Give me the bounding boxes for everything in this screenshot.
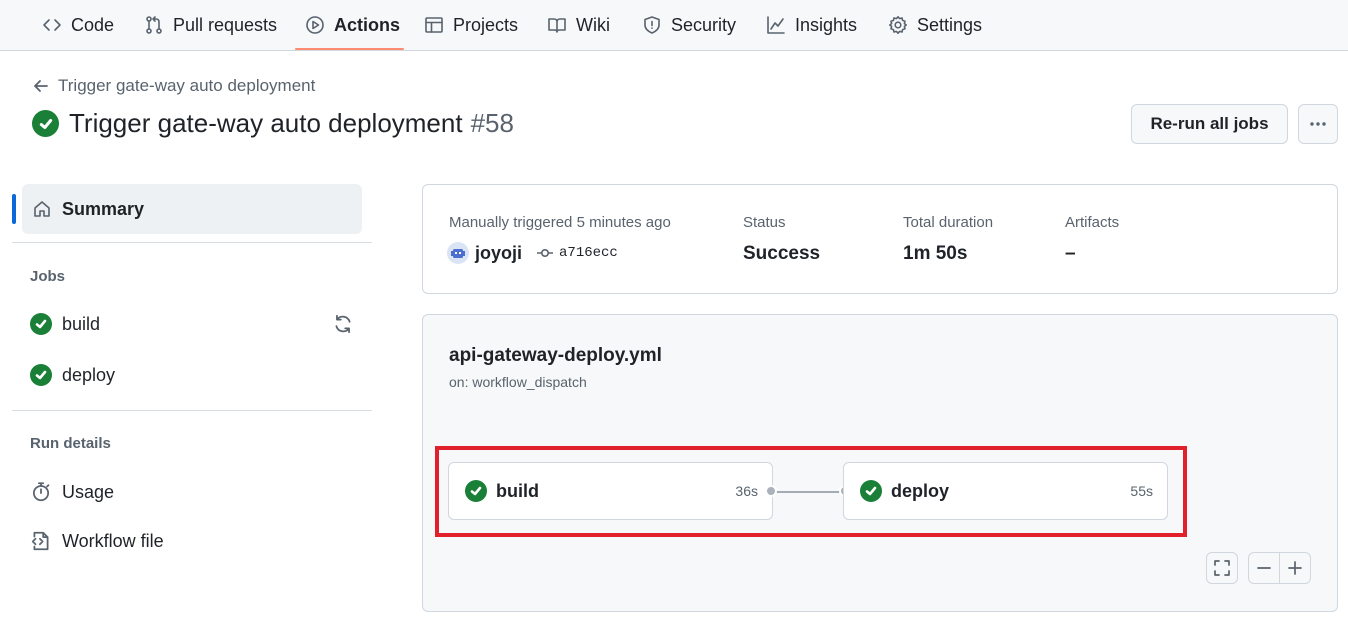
trigger-info: Manually triggered 5 minutes ago	[449, 214, 671, 231]
job-name: build	[496, 480, 539, 501]
git-commit-icon	[537, 248, 554, 258]
page-title: Trigger gate-way auto deployment #58	[32, 108, 514, 139]
tab-label: Code	[71, 14, 115, 35]
tab-label: Insights	[795, 14, 858, 35]
status-value: Success	[743, 243, 821, 264]
divider	[12, 410, 372, 411]
sync-icon[interactable]	[332, 313, 354, 335]
sidebar-item-label: build	[62, 313, 101, 334]
check-circle-icon	[465, 480, 487, 502]
job-name: deploy	[891, 480, 950, 501]
commit-sha: a716ecc	[559, 245, 618, 261]
actor-row: joyoji a716ecc	[447, 242, 618, 264]
graph-icon	[767, 16, 785, 34]
arrow-left-icon	[34, 80, 48, 92]
jobs-heading: Jobs	[30, 268, 66, 285]
sidebar-item-label: Usage	[62, 481, 115, 502]
check-circle-icon	[860, 480, 882, 502]
commit-link[interactable]: a716ecc	[536, 245, 618, 261]
rerun-all-jobs-button[interactable]: Re-run all jobs	[1131, 104, 1288, 144]
artifacts-value: –	[1065, 243, 1076, 264]
file-code-icon	[31, 531, 49, 551]
status-label: Status	[743, 214, 786, 231]
more-options-button[interactable]	[1298, 104, 1338, 144]
check-circle-icon	[30, 313, 52, 335]
screen-full-icon	[1214, 560, 1230, 576]
connector-dot	[765, 485, 777, 497]
zoom-in-button[interactable]	[1279, 552, 1311, 584]
sidebar-item-workflow-file[interactable]: Workflow file	[30, 521, 360, 561]
code-icon	[43, 19, 61, 31]
tab-projects[interactable]: Projects	[424, 0, 518, 50]
artifacts-label: Artifacts	[1065, 214, 1120, 231]
job-card-build[interactable]: build 36s	[448, 462, 773, 520]
shield-icon	[644, 16, 660, 34]
job-duration: 36s	[735, 483, 758, 499]
tab-settings[interactable]: Settings	[888, 0, 982, 50]
sidebar-item-label: deploy	[62, 364, 116, 385]
workflow-file-name[interactable]: api-gateway-deploy.yml	[449, 345, 662, 367]
plus-icon	[1288, 561, 1302, 575]
tab-code[interactable]: Code	[42, 0, 114, 50]
tab-label: Projects	[453, 14, 519, 35]
workflow-graph-panel: api-gateway-deploy.yml on: workflow_disp…	[422, 314, 1338, 612]
actor-link[interactable]: joyoji	[475, 243, 522, 264]
sidebar-job-deploy[interactable]: deploy	[30, 355, 360, 395]
gear-icon	[889, 16, 907, 34]
tab-actions[interactable]: Actions	[305, 0, 400, 50]
avatar[interactable]	[447, 242, 469, 264]
kebab-horizontal-icon	[1310, 122, 1326, 126]
home-icon	[34, 201, 50, 217]
job-connector	[773, 491, 845, 493]
minus-icon	[1257, 567, 1271, 569]
book-icon	[548, 18, 566, 33]
job-card-deploy[interactable]: deploy 55s	[843, 462, 1168, 520]
pull-request-icon	[146, 16, 162, 34]
back-link[interactable]: Trigger gate-way auto deployment	[32, 76, 315, 96]
back-link-label: Trigger gate-way auto deployment	[58, 76, 316, 95]
tab-label: Actions	[334, 14, 401, 35]
active-tab-indicator	[295, 48, 404, 50]
run-details-heading: Run details	[30, 435, 111, 452]
tab-security[interactable]: Security	[642, 0, 736, 50]
sidebar-item-label: Workflow file	[62, 530, 164, 551]
sidebar-item-summary[interactable]: Summary	[22, 184, 362, 234]
duration-label: Total duration	[903, 214, 994, 231]
repo-nav: Code Pull requests Actions Projects Wiki…	[0, 0, 1348, 51]
table-icon	[425, 17, 443, 33]
sidebar-item-usage[interactable]: Usage	[30, 472, 360, 512]
check-circle-icon	[32, 110, 59, 137]
selected-indicator	[12, 194, 16, 224]
run-number: #58	[470, 108, 514, 138]
tab-label: Pull requests	[173, 14, 278, 35]
duration-value: 1m 50s	[903, 243, 968, 264]
fullscreen-button[interactable]	[1206, 552, 1238, 584]
sidebar-item-label: Summary	[62, 198, 145, 219]
sidebar-job-build[interactable]: build	[30, 304, 360, 344]
check-circle-icon	[30, 364, 52, 386]
job-duration: 55s	[1130, 483, 1153, 499]
tab-label: Wiki	[576, 14, 610, 35]
play-icon	[306, 16, 324, 34]
run-summary-card: Manually triggered 5 minutes ago joyoji …	[422, 184, 1338, 294]
workflow-trigger: on: workflow_dispatch	[449, 374, 587, 390]
tab-insights[interactable]: Insights	[766, 0, 857, 50]
tab-label: Security	[671, 14, 737, 35]
tab-pull-requests[interactable]: Pull requests	[144, 0, 277, 50]
divider	[12, 242, 372, 243]
zoom-out-button[interactable]	[1248, 552, 1280, 584]
tab-wiki[interactable]: Wiki	[547, 0, 610, 50]
run-title: Trigger gate-way auto deployment	[69, 108, 463, 138]
tab-label: Settings	[917, 14, 983, 35]
stopwatch-icon	[32, 482, 50, 502]
